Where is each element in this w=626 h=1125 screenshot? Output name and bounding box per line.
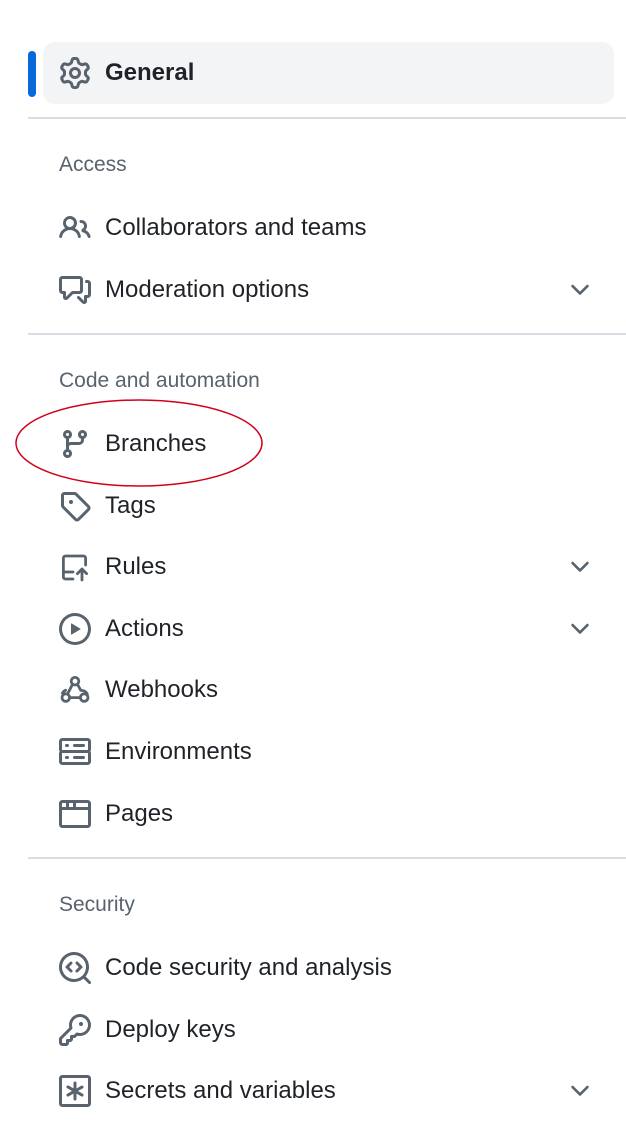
gear-icon	[59, 57, 91, 89]
browser-icon	[59, 798, 91, 830]
tag-icon	[59, 490, 91, 522]
nav-item-moderation-options[interactable]: Moderation options	[43, 263, 614, 317]
nav-item-label: Collaborators and teams	[105, 214, 367, 241]
nav-item-label: Actions	[105, 615, 184, 642]
nav-item-collaborators-and-teams[interactable]: Collaborators and teams	[43, 201, 614, 255]
active-indicator	[28, 51, 36, 97]
nav-item-label: Code security and analysis	[105, 954, 392, 981]
nav-item-secrets-and-variables[interactable]: Secrets and variables	[43, 1064, 614, 1118]
webhook-icon	[59, 674, 91, 706]
nav-item-general-label: General	[105, 59, 195, 86]
server-icon	[59, 736, 91, 768]
annotation-ellipse	[15, 399, 263, 487]
nav-item-actions[interactable]: Actions	[43, 602, 614, 656]
repo-push-icon	[59, 551, 91, 583]
nav-item-deploy-keys[interactable]: Deploy keys	[43, 1003, 614, 1057]
chevron-down-icon[interactable]	[566, 553, 594, 581]
section-title-code-and-automation: Code and automation	[59, 369, 260, 392]
settings-sidebar-nav: General Access Collaborators and teams M…	[0, 0, 626, 1125]
nav-item-label: Rules	[105, 553, 167, 580]
nav-item-label: Pages	[105, 800, 174, 827]
nav-item-label: Secrets and variables	[105, 1077, 336, 1104]
chevron-down-icon[interactable]	[566, 1077, 594, 1105]
nav-item-environments[interactable]: Environments	[43, 725, 614, 779]
play-icon	[59, 613, 91, 645]
nav-item-label: Tags	[105, 492, 156, 519]
nav-item-webhooks[interactable]: Webhooks	[43, 663, 614, 717]
nav-item-label: Deploy keys	[105, 1016, 236, 1043]
section-title-security: Security	[59, 893, 135, 916]
key-icon	[59, 1014, 91, 1046]
comment-discussion-icon	[59, 274, 91, 306]
key-asterisk-icon	[59, 1075, 91, 1107]
section-divider	[28, 857, 626, 859]
chevron-down-icon[interactable]	[566, 276, 594, 304]
nav-item-label: Environments	[105, 738, 252, 765]
people-icon	[59, 212, 91, 244]
codescan-icon	[59, 952, 91, 984]
section-title-access: Access	[59, 153, 127, 176]
nav-item-code-security-and-analysis[interactable]: Code security and analysis	[43, 941, 614, 995]
nav-item-general[interactable]: General	[43, 42, 614, 104]
section-divider	[28, 117, 626, 119]
nav-item-pages[interactable]: Pages	[43, 787, 614, 841]
nav-item-label: Webhooks	[105, 676, 218, 703]
chevron-down-icon[interactable]	[566, 615, 594, 643]
nav-item-rules[interactable]: Rules	[43, 540, 614, 594]
section-divider	[28, 333, 626, 335]
nav-item-label: Moderation options	[105, 276, 310, 303]
